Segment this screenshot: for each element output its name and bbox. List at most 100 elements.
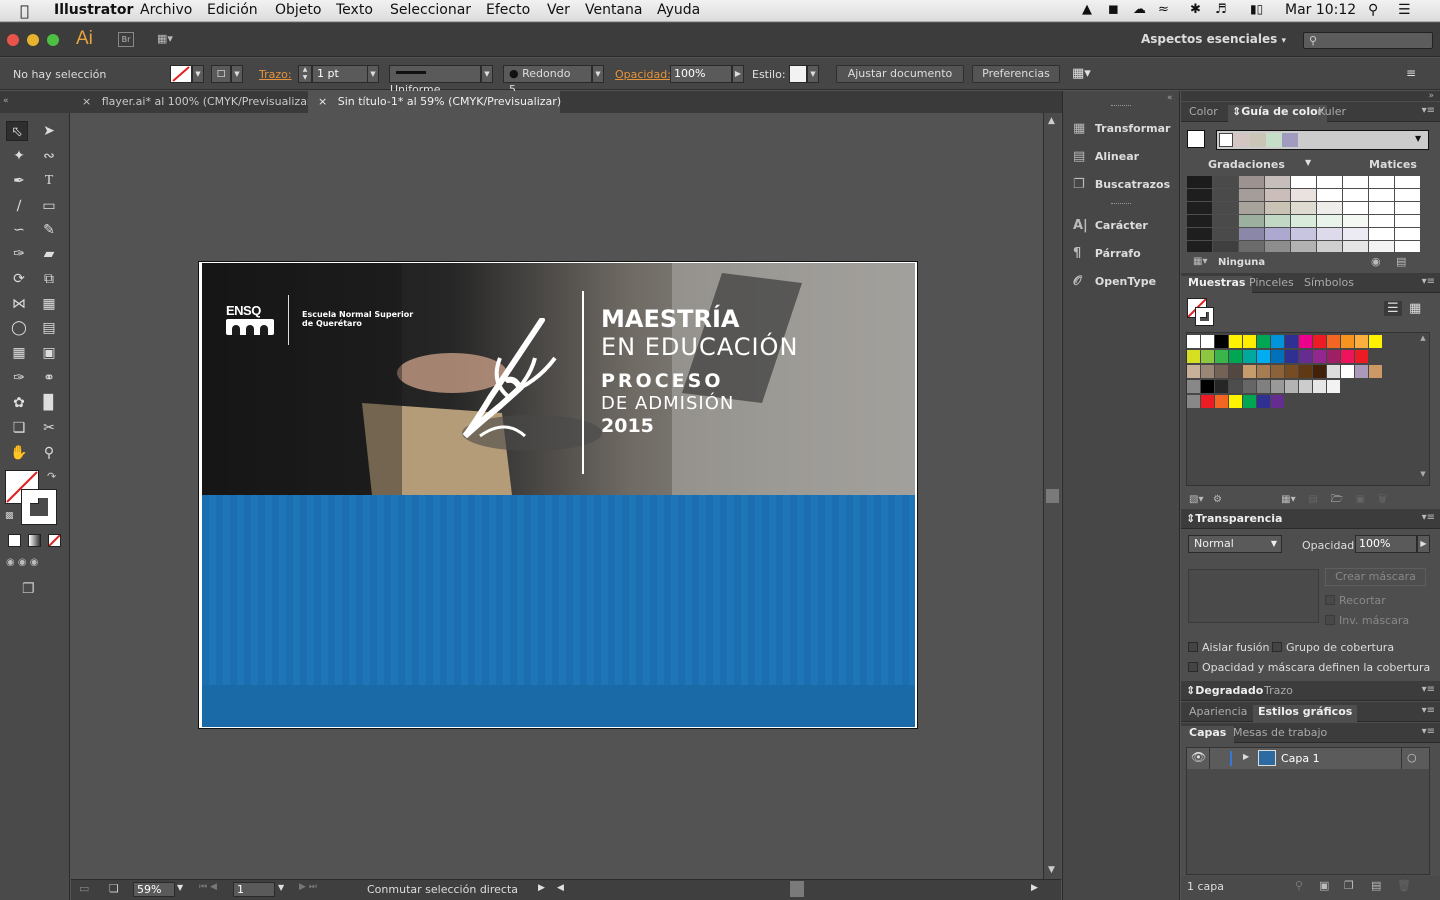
hand-tool-icon[interactable]: ✋ — [8, 443, 30, 463]
blue-panel-footer[interactable] — [202, 685, 915, 727]
save-group-icon[interactable]: ▤ — [1396, 255, 1406, 268]
tab-stroke[interactable]: Trazo — [1264, 684, 1293, 697]
dock-parrafo[interactable]: ¶ Párrafo — [1073, 246, 1141, 261]
new-color-group-icon[interactable]: 🗁 — [1331, 494, 1343, 505]
next-artboard-icon[interactable]: ▶ ⏭ — [299, 882, 317, 892]
pencil-tool-icon[interactable]: ✎ — [38, 220, 60, 240]
blob-brush-tool-icon[interactable]: ✑ — [8, 244, 30, 264]
target-icon[interactable]: ○ — [1407, 751, 1417, 764]
dock-alinear[interactable]: ▤ Alinear — [1073, 149, 1139, 164]
adobe-icon[interactable]: ▲ — [1082, 2, 1092, 17]
menu-edicion[interactable]: Edición — [207, 2, 258, 18]
limit-colors-icon[interactable]: ▦▾ — [1193, 256, 1207, 267]
invert-mask-checkbox[interactable]: Inv. máscara — [1325, 614, 1409, 627]
swatch-props-icon[interactable]: ▤ — [1308, 494, 1317, 505]
menu-archivo[interactable]: Archivo — [140, 2, 192, 18]
tab-kuler[interactable]: Kuler — [1318, 105, 1346, 118]
clip-checkbox[interactable]: Recortar — [1325, 594, 1386, 607]
collapse-toolbar-icon[interactable]: « — [0, 91, 72, 113]
delete-swatch-icon[interactable]: 🗑 — [1378, 494, 1387, 505]
direct-selection-tool-icon[interactable]: ➤ — [38, 121, 60, 141]
header-photo[interactable]: ENSQ Escuela Normal Superior de Querétar… — [202, 263, 915, 495]
horizontal-scroll-thumb[interactable] — [790, 881, 804, 897]
clock[interactable]: Mar 10:12 — [1285, 2, 1356, 18]
artboard-dropdown[interactable]: ▼ — [278, 883, 284, 892]
tab-sin-titulo[interactable]: × Sin título-1* al 59% (CMYK/Previsualiz… — [308, 91, 561, 113]
eyedropper-tool-icon[interactable]: ✑ — [8, 368, 30, 388]
swatches-scrollbar[interactable]: ▲ ▼ — [1417, 334, 1429, 484]
notification-center-icon[interactable]: ☰ — [1398, 2, 1411, 18]
notification-icon[interactable]: ◼ — [1108, 2, 1119, 17]
bridge-button[interactable]: Br — [118, 32, 134, 47]
zoom-window-button[interactable] — [47, 34, 59, 46]
panel-menu-icon[interactable]: ▾≡ — [1422, 684, 1435, 695]
panel-menu-icon[interactable]: ▾≡ — [1422, 276, 1435, 287]
menu-efecto[interactable]: Efecto — [486, 2, 530, 18]
first-artboard-icon[interactable]: ⏮ ◀ — [199, 882, 217, 892]
brush-dropdown[interactable]: ▼ — [592, 65, 604, 83]
tab-color-guide[interactable]: ⇕Guía de color — [1228, 105, 1328, 122]
zoom-dropdown[interactable]: ▼ — [177, 883, 183, 892]
dock-grip[interactable] — [1111, 105, 1131, 108]
new-swatch-icon[interactable]: ▣ — [1356, 494, 1365, 505]
paintbrush-tool-icon[interactable]: ∽ — [8, 220, 30, 240]
menu-ayuda[interactable]: Ayuda — [657, 2, 700, 18]
column-graph-tool-icon[interactable]: ▉ — [38, 393, 60, 413]
menu-seleccionar[interactable]: Seleccionar — [390, 2, 471, 18]
opacity-label[interactable]: Opacidad: — [615, 68, 671, 81]
blend-mode-select[interactable]: Normal ▼ — [1188, 535, 1282, 553]
workspace-switcher[interactable]: Aspectos esenciales ▾ — [1141, 32, 1286, 46]
volume-icon[interactable]: ♬ — [1215, 2, 1227, 17]
scroll-down-icon[interactable]: ▼ — [1048, 865, 1055, 875]
panel-menu-icon[interactable]: ▾≡ — [1422, 105, 1435, 116]
scroll-right-icon[interactable]: ▶ — [1031, 883, 1038, 893]
opacity-mask-checkbox[interactable]: Opacidad y máscara definen la cobertura — [1188, 661, 1430, 674]
align-options-icon[interactable]: ▦▾ — [1072, 66, 1091, 81]
rotate-tool-icon[interactable]: ⟳ — [8, 269, 30, 289]
view-icon[interactable]: ▭ — [79, 882, 89, 895]
panel-menu-icon[interactable]: ▾≡ — [1422, 512, 1435, 523]
close-tab-icon[interactable]: × — [318, 95, 327, 108]
isolate-blending-checkbox[interactable]: Aislar fusión — [1188, 641, 1269, 654]
dock-grip-2[interactable] — [1111, 203, 1131, 206]
harmony-rules[interactable]: ▼ — [1216, 130, 1429, 150]
close-tab-icon[interactable]: × — [82, 95, 91, 108]
dock-caracter[interactable]: A| Carácter — [1073, 218, 1148, 233]
visibility-eye-icon[interactable]: 👁 — [1191, 750, 1206, 764]
wifi-icon[interactable]: ≈ — [1158, 2, 1169, 17]
zoom-field[interactable]: 59% — [133, 882, 175, 897]
menu-ver[interactable]: Ver — [547, 2, 570, 18]
free-transform-tool-icon[interactable]: ▦ — [38, 294, 60, 314]
vertical-scroll-thumb[interactable] — [1046, 489, 1059, 503]
shape-builder-tool-icon[interactable]: ◯ — [8, 318, 30, 338]
lasso-tool-icon[interactable]: ∾ — [38, 146, 60, 166]
menu-app[interactable]: Illustrator — [54, 2, 133, 18]
creative-cloud-icon[interactable]: ☁ — [1133, 2, 1146, 17]
slice-tool-icon[interactable]: ✂ — [38, 418, 60, 438]
panel-menu-icon[interactable]: ▾≡ — [1422, 705, 1435, 716]
tab-flayer[interactable]: × flayer.ai* al 100% (CMYK/Previsualizar… — [72, 91, 316, 113]
opacity-slider-arrow[interactable]: ▶ — [1417, 535, 1430, 553]
expand-layer-icon[interactable]: ▶ — [1243, 752, 1249, 761]
menu-texto[interactable]: Texto — [336, 2, 373, 18]
tab-symbols[interactable]: Símbolos — [1304, 276, 1354, 289]
bluetooth-icon[interactable]: ✱ — [1190, 2, 1201, 17]
dock-buscatrazos[interactable]: ❐ Buscatrazos — [1073, 177, 1170, 192]
stroke-weight-dropdown[interactable]: ▼ — [367, 65, 379, 83]
screen-mode-icon[interactable]: ❐ — [22, 581, 35, 597]
profile-dropdown[interactable]: ▼ — [481, 65, 493, 83]
locate-object-icon[interactable]: ⚲ — [1295, 879, 1303, 892]
stroke-stepper[interactable]: ▲ ▼ — [298, 65, 312, 83]
stroke-color-box[interactable] — [21, 489, 57, 525]
layer-row[interactable]: 👁 ▶ Capa 1 ○ — [1187, 748, 1429, 769]
rectangle-tool-icon[interactable]: ▭ — [38, 196, 60, 216]
new-sublayer-icon[interactable]: ❐ — [1344, 879, 1354, 892]
gradations-dropdown-icon[interactable]: ▼ — [1305, 158, 1311, 167]
tab-transparency[interactable]: ⇕Transparencia — [1186, 512, 1282, 525]
close-window-button[interactable] — [7, 34, 19, 46]
control-menu-icon[interactable]: ≡ — [1406, 66, 1416, 80]
tab-color[interactable]: Color — [1189, 105, 1218, 118]
perspective-grid-tool-icon[interactable]: ▤ — [38, 318, 60, 338]
help-search-input[interactable]: ⚲ — [1303, 32, 1433, 49]
eraser-tool-icon[interactable]: ▰ — [38, 244, 60, 264]
